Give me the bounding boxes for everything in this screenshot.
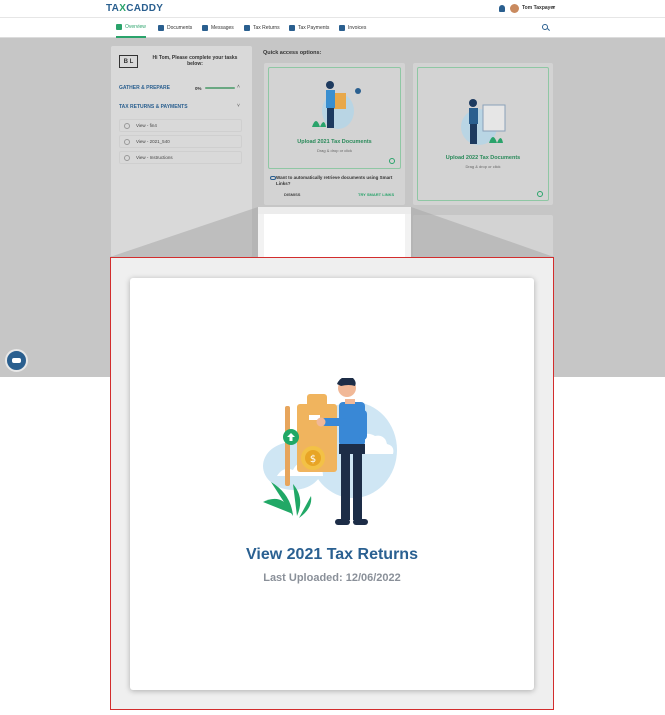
view-2021-tax-returns-card[interactable]: $ View 2021 Tax Returns Last Uploaded: 1…	[130, 278, 534, 690]
card-title: View 2021 Tax Returns	[246, 546, 418, 563]
last-uploaded-text: Last Uploaded: 12/06/2022	[263, 572, 401, 584]
screenshot-stage: TAXCADDY Tom Taxpayer ▾ Overview Documen…	[0, 0, 665, 715]
zoom-overlay: $ View 2021 Tax Returns Last Uploaded: 1…	[110, 257, 554, 710]
dollar-icon: $	[310, 454, 316, 465]
tax-returns-illustration: $	[263, 378, 397, 525]
